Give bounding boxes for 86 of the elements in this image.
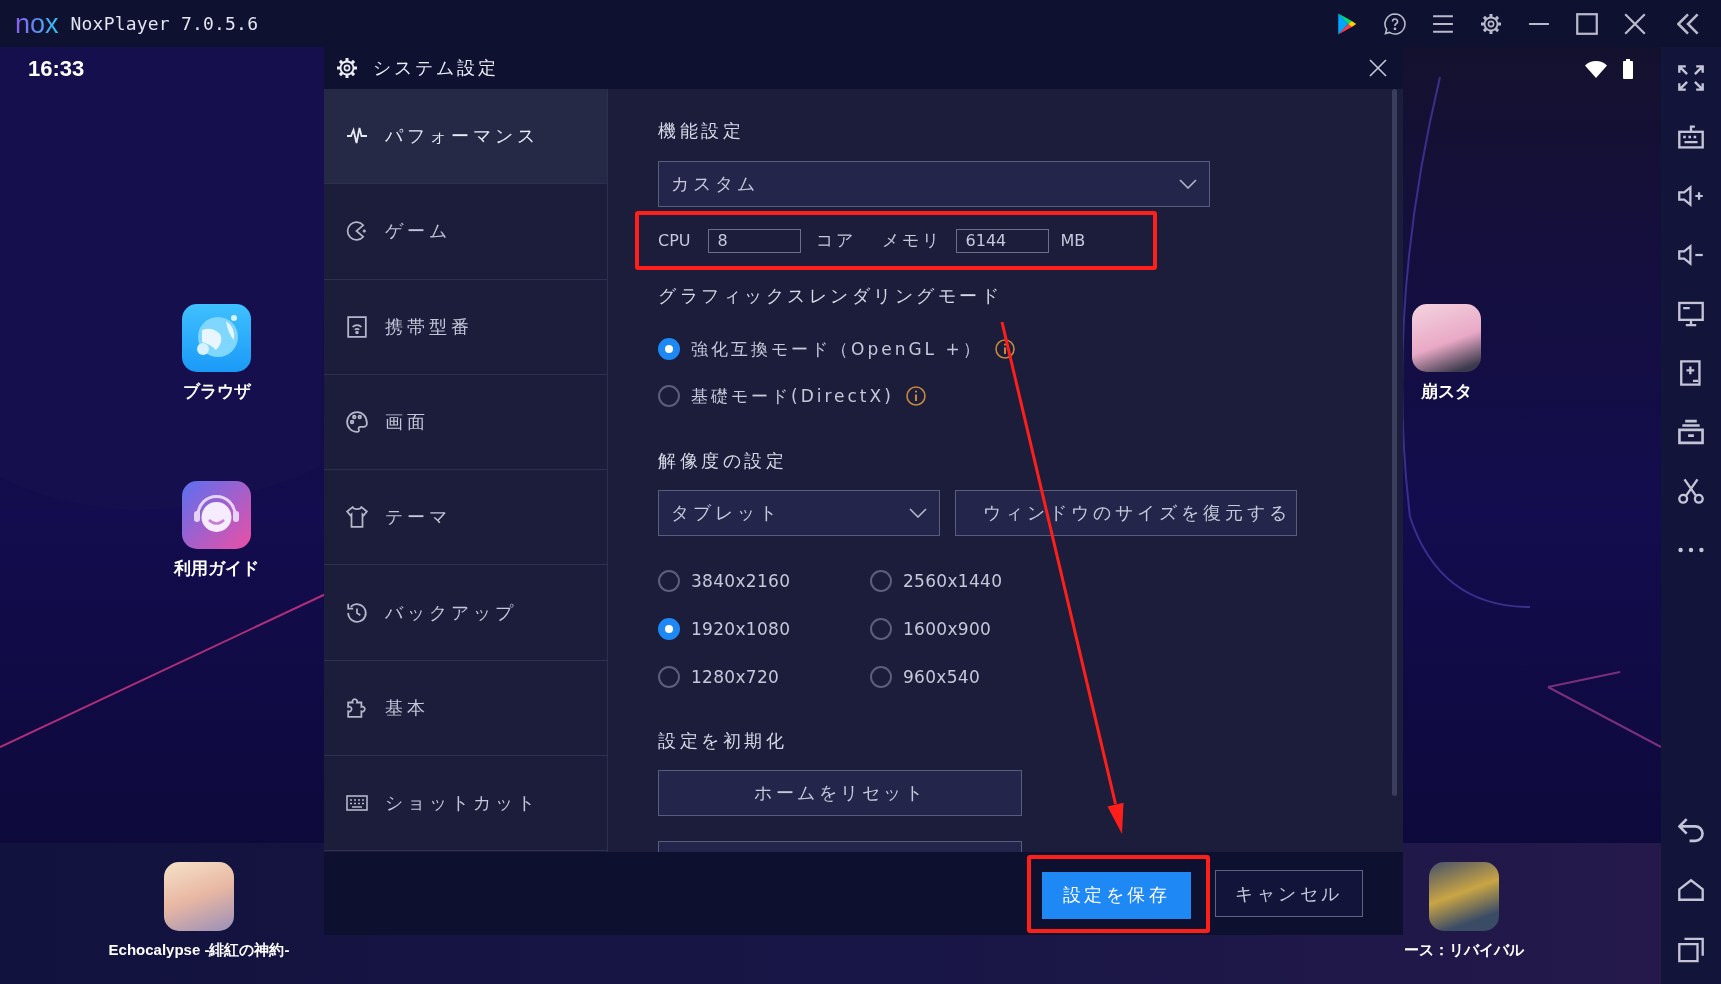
unit-label: コア xyxy=(815,229,856,252)
palette-icon xyxy=(346,411,368,434)
radio-button[interactable] xyxy=(658,570,680,592)
nav-item[interactable]: ゲーム xyxy=(324,184,607,280)
fullscreen-icon[interactable] xyxy=(1678,65,1704,91)
game-artwork-placeholder[interactable] xyxy=(1412,304,1481,372)
info-icon[interactable] xyxy=(994,339,1015,359)
radio-button[interactable] xyxy=(870,570,892,592)
radio-button[interactable] xyxy=(658,666,680,688)
caret-icon xyxy=(1179,179,1197,189)
app-label: 崩スタ xyxy=(1421,380,1472,402)
close-icon[interactable] xyxy=(1369,59,1387,77)
nav-item[interactable]: テーマ xyxy=(324,470,607,566)
section-heading: グラフィックスレンダリングモード xyxy=(658,284,1002,308)
settings-icon[interactable] xyxy=(1480,12,1502,35)
option-label[interactable]: 1600x900 xyxy=(903,619,992,639)
option-label[interactable]: 基礎モード(DirectX) xyxy=(691,384,894,408)
section-heading: 設定を初期化 xyxy=(658,729,787,753)
radio-button[interactable] xyxy=(658,385,680,407)
close-icon[interactable] xyxy=(1624,12,1646,35)
home-icon[interactable] xyxy=(1678,877,1704,903)
scissors-icon[interactable] xyxy=(1678,478,1704,504)
app-label: ブラウザ xyxy=(182,380,251,402)
nav-item[interactable]: 携帯型番 xyxy=(324,279,607,375)
app-title: NoxPlayer 7.0.5.6 xyxy=(70,13,259,34)
option-label[interactable]: 3840x2160 xyxy=(691,571,791,591)
volume-up-icon[interactable] xyxy=(1678,183,1704,209)
menu-icon[interactable] xyxy=(1432,12,1454,35)
cancel-button[interactable]: キャンセル xyxy=(1215,870,1363,917)
nav-item[interactable]: 基本 xyxy=(324,660,607,757)
scrollbar[interactable] xyxy=(1392,89,1397,796)
wifi-card-icon xyxy=(346,315,368,338)
file-plus-icon[interactable] xyxy=(1678,360,1704,386)
volume-down-icon[interactable] xyxy=(1678,242,1704,268)
back-icon[interactable] xyxy=(1678,817,1704,843)
cpu-label: CPU xyxy=(658,231,691,250)
play-triangle-icon[interactable] xyxy=(1336,12,1358,35)
stack-icon[interactable] xyxy=(1678,419,1704,445)
option-label[interactable]: 1280x720 xyxy=(691,667,780,687)
battery-icon xyxy=(1623,59,1633,79)
unit-label: MB xyxy=(1060,231,1086,250)
headset-app-icon[interactable] xyxy=(182,481,251,549)
radio-button[interactable] xyxy=(870,666,892,688)
puzzle-icon xyxy=(346,696,368,719)
nav-item[interactable]: 画面 xyxy=(324,374,607,471)
info-icon[interactable] xyxy=(905,386,926,406)
option-label[interactable]: 1920x1080 xyxy=(691,619,791,639)
nav-item[interactable]: ショットカット xyxy=(324,756,607,852)
shirt-icon xyxy=(346,506,368,529)
game-artwork-placeholder[interactable] xyxy=(1429,862,1499,931)
game-artwork-placeholder[interactable] xyxy=(164,862,234,931)
preset-dropdown[interactable]: カスタム xyxy=(658,161,1210,207)
app-label: 利用ガイド xyxy=(174,557,259,579)
settings-icon xyxy=(336,57,358,79)
restore-size-button[interactable]: ウィンドウのサイズを復元する xyxy=(955,490,1297,536)
recent-apps-icon[interactable] xyxy=(1678,937,1704,963)
memory-field[interactable]: 6144 xyxy=(955,228,1049,253)
nav-item[interactable]: パフォーマンス xyxy=(324,89,607,185)
keyboard-icon[interactable] xyxy=(1678,124,1704,150)
radio-button[interactable] xyxy=(658,338,680,360)
reset-home-button[interactable]: ホームをリセット xyxy=(658,770,1022,816)
device-dropdown[interactable]: タブレット xyxy=(658,490,940,536)
caret-icon xyxy=(909,508,927,518)
help-icon[interactable] xyxy=(1384,12,1406,35)
dialog-title: システム設定 xyxy=(373,56,499,80)
maximize-icon[interactable] xyxy=(1576,12,1598,35)
section-heading: 解像度の設定 xyxy=(658,449,787,473)
history-icon xyxy=(346,601,368,624)
app-label: Echocalypse -緋紅の神約- xyxy=(108,940,290,960)
clock-time: 16:33 xyxy=(28,56,85,82)
radio-button[interactable] xyxy=(658,618,680,640)
option-label[interactable]: 強化互換モード（OpenGL +） xyxy=(691,337,983,361)
radio-button[interactable] xyxy=(870,618,892,640)
memory-label: メモリ xyxy=(881,229,942,252)
nav-item[interactable]: バックアップ xyxy=(324,565,607,661)
app-label: ース：リバイバル xyxy=(1404,940,1524,960)
collapse-icon[interactable] xyxy=(1677,12,1699,35)
option-label[interactable]: 960x540 xyxy=(903,667,981,687)
globe-app-icon[interactable] xyxy=(182,304,251,372)
monitor-icon[interactable] xyxy=(1678,301,1704,327)
option-label[interactable]: 2560x1440 xyxy=(903,571,1003,591)
wifi-icon xyxy=(1585,60,1607,78)
save-button[interactable]: 設定を保存 xyxy=(1042,871,1191,919)
section-heading: 機能設定 xyxy=(658,119,744,143)
pacman-icon xyxy=(346,220,368,243)
cpu-field[interactable]: 8 xyxy=(707,228,801,253)
